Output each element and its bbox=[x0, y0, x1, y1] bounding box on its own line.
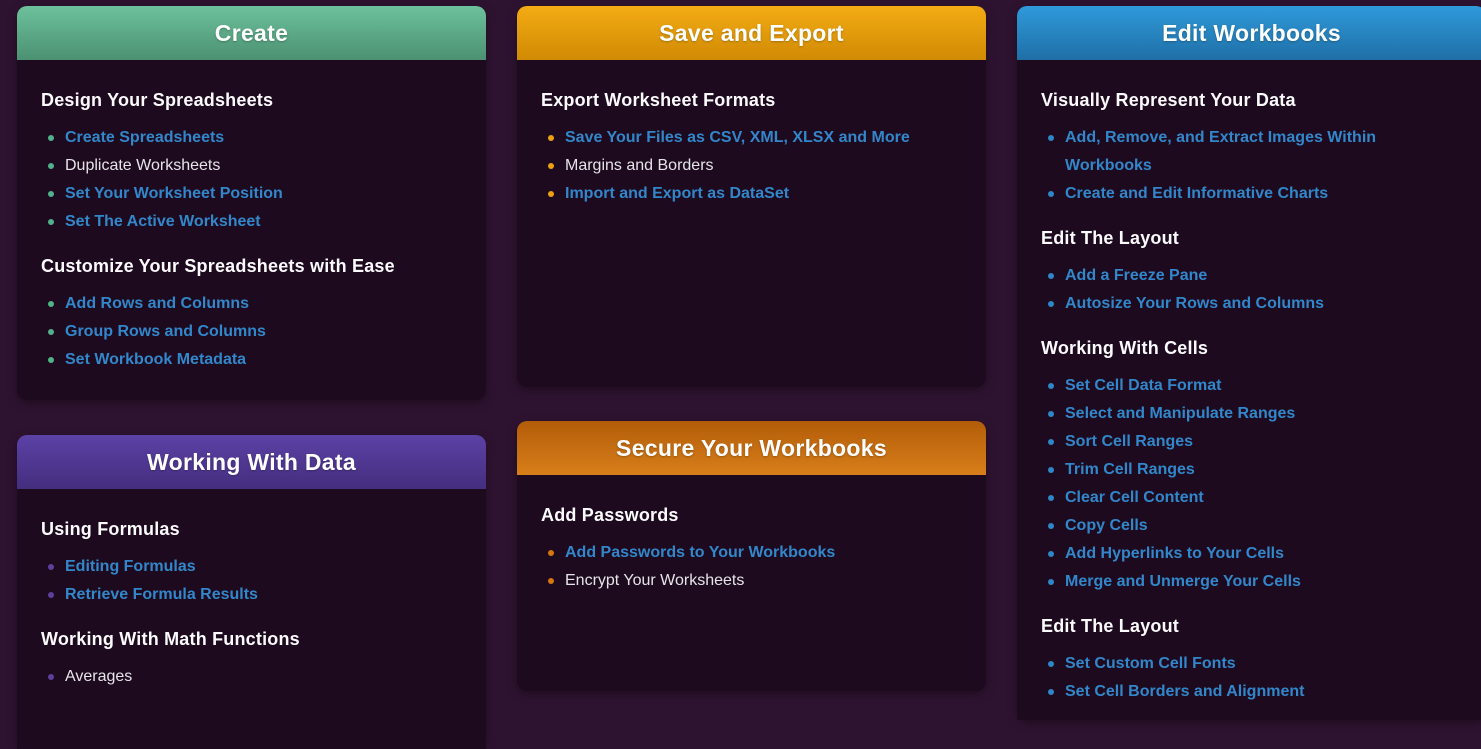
card-header-edit-workbooks: Edit Workbooks bbox=[1017, 6, 1481, 60]
topic-link[interactable]: Group Rows and Columns bbox=[41, 318, 462, 346]
topic-link[interactable]: Merge and Unmerge Your Cells bbox=[1041, 568, 1462, 596]
card-header-secure: Secure Your Workbooks bbox=[517, 421, 986, 475]
card-header-save-export: Save and Export bbox=[517, 6, 986, 60]
section-list: Add, Remove, and Extract Images Within W… bbox=[1041, 124, 1462, 208]
section-heading: Working With Cells bbox=[1041, 336, 1462, 360]
column-2: Save and Export Export Worksheet Formats S… bbox=[517, 6, 986, 691]
topic-item: Encrypt Your Worksheets bbox=[541, 567, 962, 595]
topic-link[interactable]: Select and Manipulate Ranges bbox=[1041, 400, 1462, 428]
card-save-export: Save and Export Export Worksheet Formats S… bbox=[517, 6, 986, 387]
topic-item: Averages bbox=[41, 663, 462, 691]
section-heading: Visually Represent Your Data bbox=[1041, 88, 1462, 112]
section-heading: Customize Your Spreadsheets with Ease bbox=[41, 254, 462, 278]
topic-link[interactable]: Set Your Worksheet Position bbox=[41, 180, 462, 208]
section-list: Create SpreadsheetsDuplicate WorksheetsS… bbox=[41, 124, 462, 236]
section-heading: Export Worksheet Formats bbox=[541, 88, 962, 112]
card-body-save-export: Export Worksheet Formats Save Your Files … bbox=[517, 60, 986, 387]
topic-item: Margins and Borders bbox=[541, 152, 962, 180]
topic-link[interactable]: Save Your Files as CSV, XML, XLSX and Mo… bbox=[541, 124, 962, 152]
section-list: Set Custom Cell FontsSet Cell Borders an… bbox=[1041, 650, 1462, 706]
card-title: Working With Data bbox=[147, 449, 356, 476]
topic-link[interactable]: Add Rows and Columns bbox=[41, 290, 462, 318]
section-heading: Edit The Layout bbox=[1041, 614, 1462, 638]
section-heading: Add Passwords bbox=[541, 503, 962, 527]
section-edit-workbooks-1: Edit The Layout Add a Freeze PaneAutosize… bbox=[1041, 226, 1462, 318]
topic-link[interactable]: Add Passwords to Your Workbooks bbox=[541, 539, 962, 567]
column-1: Create Design Your Spreadsheets Create Spr… bbox=[17, 6, 486, 749]
topic-link[interactable]: Import and Export as DataSet bbox=[541, 180, 962, 208]
card-header-create: Create bbox=[17, 6, 486, 60]
section-list: Add Rows and ColumnsGroup Rows and Colum… bbox=[41, 290, 462, 374]
section-heading: Design Your Spreadsheets bbox=[41, 88, 462, 112]
section-save-export-0: Export Worksheet Formats Save Your Files … bbox=[541, 88, 962, 208]
card-create: Create Design Your Spreadsheets Create Spr… bbox=[17, 6, 486, 400]
card-secure: Secure Your WorkbooksAdd PasswordsAdd Pa… bbox=[517, 421, 986, 691]
section-edit-workbooks-3: Edit The Layout Set Custom Cell FontsSet … bbox=[1041, 614, 1462, 706]
card-title: Save and Export bbox=[659, 20, 844, 47]
topic-link[interactable]: Trim Cell Ranges bbox=[1041, 456, 1462, 484]
topic-link[interactable]: Set Cell Borders and Alignment bbox=[1041, 678, 1462, 706]
section-working-data-1: Working With Math Functions Averages bbox=[41, 627, 462, 691]
section-list: Add a Freeze PaneAutosize Your Rows and … bbox=[1041, 262, 1462, 318]
topic-link[interactable]: Add Hyperlinks to Your Cells bbox=[1041, 540, 1462, 568]
topic-link[interactable]: Add a Freeze Pane bbox=[1041, 262, 1462, 290]
section-heading: Edit The Layout bbox=[1041, 226, 1462, 250]
section-list: Set Cell Data FormatSelect and Manipulat… bbox=[1041, 372, 1462, 596]
card-header-working-data: Working With Data bbox=[17, 435, 486, 489]
section-create-0: Design Your Spreadsheets Create Spreadshe… bbox=[41, 88, 462, 236]
topic-link[interactable]: Add, Remove, and Extract Images Within W… bbox=[1041, 124, 1462, 180]
topic-link[interactable]: Sort Cell Ranges bbox=[1041, 428, 1462, 456]
section-working-data-0: Using Formulas Editing FormulasRetrieve F… bbox=[41, 517, 462, 609]
card-body-create: Design Your Spreadsheets Create Spreadshe… bbox=[17, 60, 486, 400]
card-body-edit-workbooks: Visually Represent Your Data Add, Remove,… bbox=[1017, 60, 1481, 720]
topic-link[interactable]: Set The Active Worksheet bbox=[41, 208, 462, 236]
feature-board: Create Design Your Spreadsheets Create Spr… bbox=[0, 0, 1481, 749]
card-working-data: Working With Data Using Formulas Editing F… bbox=[17, 435, 486, 749]
section-list: Add Passwords to Your WorkbooksEncrypt Y… bbox=[541, 539, 962, 595]
section-list: Averages bbox=[41, 663, 462, 691]
topic-link[interactable]: Retrieve Formula Results bbox=[41, 581, 462, 609]
card-body-working-data: Using Formulas Editing FormulasRetrieve F… bbox=[17, 489, 486, 749]
section-edit-workbooks-2: Working With Cells Set Cell Data FormatSe… bbox=[1041, 336, 1462, 596]
section-secure-0: Add Passwords Add Passwords to Your Workb… bbox=[541, 503, 962, 595]
section-heading: Working With Math Functions bbox=[41, 627, 462, 651]
card-edit-workbooks: Edit Workbooks Visually Represent Your Da… bbox=[1017, 6, 1481, 720]
topic-link[interactable]: Editing Formulas bbox=[41, 553, 462, 581]
card-body-secure: Add Passwords Add Passwords to Your Workb… bbox=[517, 475, 986, 691]
topic-link[interactable]: Autosize Your Rows and Columns bbox=[1041, 290, 1462, 318]
topic-item: Duplicate Worksheets bbox=[41, 152, 462, 180]
topic-link[interactable]: Set Workbook Metadata bbox=[41, 346, 462, 374]
card-title: Edit Workbooks bbox=[1162, 20, 1341, 47]
topic-link[interactable]: Copy Cells bbox=[1041, 512, 1462, 540]
column-3: Edit Workbooks Visually Represent Your Da… bbox=[1017, 6, 1481, 720]
card-title: Secure Your Workbooks bbox=[616, 435, 887, 462]
topic-link[interactable]: Set Custom Cell Fonts bbox=[1041, 650, 1462, 678]
topic-link[interactable]: Set Cell Data Format bbox=[1041, 372, 1462, 400]
card-title: Create bbox=[215, 20, 288, 47]
section-list: Editing FormulasRetrieve Formula Results bbox=[41, 553, 462, 609]
section-list: Save Your Files as CSV, XML, XLSX and Mo… bbox=[541, 124, 962, 208]
topic-link[interactable]: Create Spreadsheets bbox=[41, 124, 462, 152]
section-create-1: Customize Your Spreadsheets with Ease Add… bbox=[41, 254, 462, 374]
topic-link[interactable]: Clear Cell Content bbox=[1041, 484, 1462, 512]
section-edit-workbooks-0: Visually Represent Your Data Add, Remove,… bbox=[1041, 88, 1462, 208]
section-heading: Using Formulas bbox=[41, 517, 462, 541]
topic-link[interactable]: Create and Edit Informative Charts bbox=[1041, 180, 1462, 208]
